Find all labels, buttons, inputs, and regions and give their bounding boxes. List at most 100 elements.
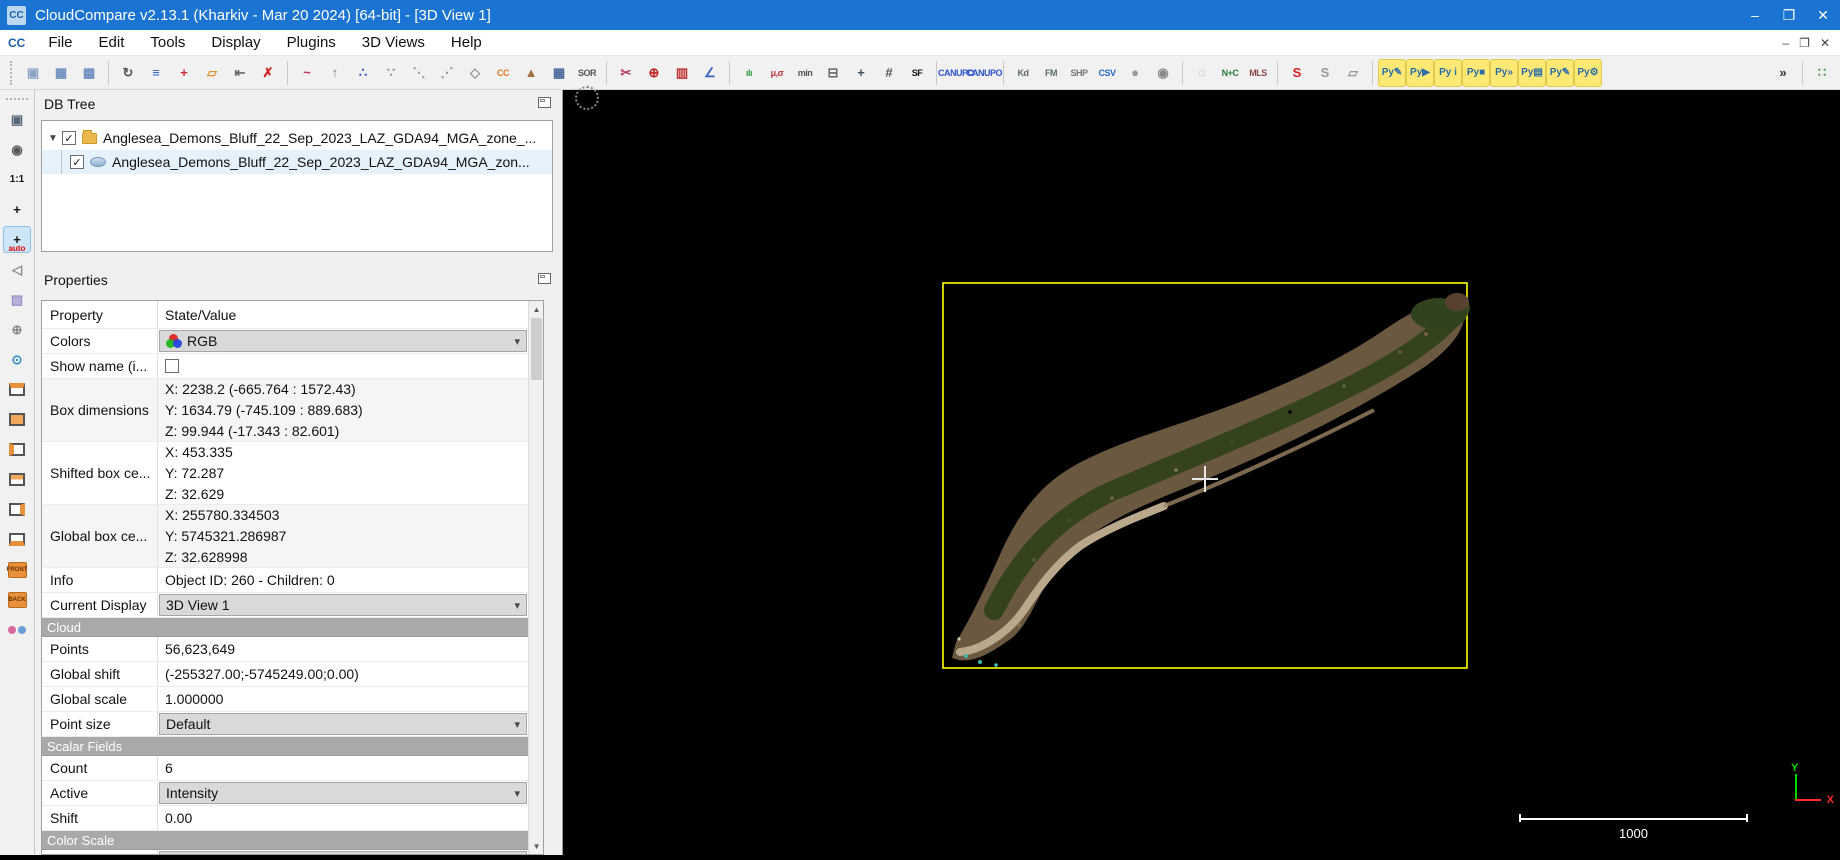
- masc-classifier-icon[interactable]: ∷: [1808, 59, 1836, 87]
- menu-edit[interactable]: Edit: [86, 32, 138, 53]
- menu-display[interactable]: Display: [198, 32, 273, 53]
- tree-item-checkbox[interactable]: ✓: [70, 155, 84, 169]
- set-front-view-icon[interactable]: [3, 406, 31, 433]
- point-size-dropdown[interactable]: Default ▾: [159, 713, 528, 735]
- stereo-mode-icon[interactable]: [3, 616, 31, 643]
- menu-plugins[interactable]: Plugins: [274, 32, 349, 53]
- sf-color-scale-icon[interactable]: SF: [903, 59, 931, 87]
- menu-help[interactable]: Help: [438, 32, 495, 53]
- level-tool-icon[interactable]: ∠: [696, 59, 724, 87]
- save-icon[interactable]: ▦: [47, 59, 75, 87]
- python-repl-icon[interactable]: Py»: [1490, 58, 1518, 87]
- scrollbar-up-arrow[interactable]: ▲: [529, 301, 543, 317]
- normals-compute-icon[interactable]: N+C: [1216, 59, 1244, 87]
- add-sf-icon[interactable]: +: [847, 59, 875, 87]
- open-icon[interactable]: ▣: [19, 59, 47, 87]
- tree-item-checkbox[interactable]: ✓: [62, 131, 76, 145]
- merge-icon[interactable]: ⇤: [226, 59, 254, 87]
- interactive-picking-icon[interactable]: ◇: [461, 59, 489, 87]
- minimize-button[interactable]: –: [1738, 0, 1772, 30]
- cloud-cloud-distance-icon[interactable]: CC: [489, 59, 517, 87]
- colors-dropdown[interactable]: RGB ▾: [159, 330, 528, 352]
- close-button[interactable]: ✕: [1806, 0, 1840, 30]
- subsample-icon[interactable]: ∵: [377, 59, 405, 87]
- zoom-fit-icon[interactable]: ⊙: [3, 346, 31, 373]
- color-scale-current-dropdown[interactable]: G...▾: [159, 851, 528, 854]
- facet-export-icon[interactable]: ▱: [1339, 59, 1367, 87]
- shp-file-icon[interactable]: SHP: [1065, 59, 1093, 87]
- mls-smoothing-icon[interactable]: MLS: [1244, 59, 1272, 87]
- fast-marching-icon[interactable]: FM: [1037, 59, 1065, 87]
- kd-tree-icon[interactable]: Kd: [1009, 59, 1037, 87]
- 3d-viewport[interactable]: 1000 Y X: [564, 86, 1840, 855]
- python-doc-icon[interactable]: Py✎: [1546, 58, 1574, 87]
- globe-icon[interactable]: ◉: [1149, 59, 1177, 87]
- toolbar-overflow-button[interactable]: »: [1769, 59, 1797, 87]
- current-display-dropdown[interactable]: 3D View 1 ▾: [159, 594, 528, 616]
- python-editor-icon[interactable]: Py✎: [1378, 58, 1406, 87]
- clone-icon[interactable]: ▱: [198, 59, 226, 87]
- segment-scissors-icon[interactable]: ✂: [612, 59, 640, 87]
- properties-icon[interactable]: ≡: [142, 59, 170, 87]
- csf-filter-icon[interactable]: ▲: [517, 59, 545, 87]
- zoom-1-1-icon[interactable]: 1:1: [3, 166, 31, 193]
- mdi-control-restore[interactable]: ❐: [1799, 36, 1810, 50]
- save-all-icon[interactable]: ▩: [75, 59, 103, 87]
- python-about-icon[interactable]: Py i: [1434, 58, 1462, 87]
- tree-item[interactable]: ▼ ✓ Anglesea_Demons_Bluff_22_Sep_2023_LAZ_…: [42, 126, 552, 150]
- python-run-icon[interactable]: Py▶: [1406, 58, 1434, 87]
- point-picking-icon[interactable]: ↑: [321, 59, 349, 87]
- tree-item[interactable]: ✓ Anglesea_Demons_Bluff_22_Sep_2023_LAZ_G…: [42, 150, 552, 174]
- db-tree-float-button[interactable]: [538, 97, 551, 108]
- spline-red-icon[interactable]: S: [1283, 59, 1311, 87]
- set-right-view-icon[interactable]: [3, 496, 31, 523]
- csv-file-icon[interactable]: CSV: [1093, 59, 1121, 87]
- canupo-classify-icon[interactable]: CANUPO: [966, 59, 1003, 87]
- pivot-visibility-icon[interactable]: ⊕: [3, 316, 31, 343]
- display-options-icon[interactable]: ▣: [3, 106, 31, 133]
- set-iso-front-view-icon[interactable]: FRONT: [3, 556, 31, 583]
- sphere-icon[interactable]: ●: [1121, 59, 1149, 87]
- point-list-picking-icon[interactable]: ~: [293, 59, 321, 87]
- set-bottom-view-icon[interactable]: [3, 526, 31, 553]
- properties-scrollbar[interactable]: ▲ ▼: [528, 301, 543, 854]
- scrollbar-thumb[interactable]: [531, 318, 543, 380]
- pick-rotation-center-icon[interactable]: +: [3, 196, 31, 223]
- auto-pick-rotation-center-icon[interactable]: + auto: [3, 226, 31, 253]
- spline-gray-icon[interactable]: S: [1311, 59, 1339, 87]
- sf-active-dropdown[interactable]: Intensity ▾: [159, 782, 528, 804]
- pcl-plugin-icon[interactable]: ◌: [1188, 59, 1216, 87]
- maximize-button[interactable]: ❐: [1772, 0, 1806, 30]
- clipping-box-icon[interactable]: ▥: [668, 59, 696, 87]
- properties-float-button[interactable]: [538, 273, 551, 284]
- noise-filter-icon[interactable]: ⋱: [405, 59, 433, 87]
- perspective-cube-icon[interactable]: ▧: [3, 286, 31, 313]
- sor-filter-icon[interactable]: SOR: [573, 59, 601, 87]
- sample-points-icon[interactable]: ∴: [349, 59, 377, 87]
- delete-icon[interactable]: ✗: [254, 59, 282, 87]
- python-packages-icon[interactable]: Py▤: [1518, 58, 1546, 87]
- mdi-control-minimize[interactable]: –: [1782, 36, 1789, 50]
- delete-sf-icon[interactable]: ⊟: [819, 59, 847, 87]
- screenshot-icon[interactable]: ◉: [3, 136, 31, 163]
- set-left-view-icon[interactable]: [3, 436, 31, 463]
- histogram-icon[interactable]: ılı: [735, 59, 763, 87]
- gaussian-filter-icon[interactable]: μ,σ: [763, 59, 791, 87]
- clean-outliers-icon[interactable]: ⋰: [433, 59, 461, 87]
- menu-file[interactable]: File: [35, 32, 85, 53]
- set-iso-back-view-icon[interactable]: BACK: [3, 586, 31, 613]
- sf-arithmetic-icon[interactable]: #: [875, 59, 903, 87]
- mdi-control-close[interactable]: ✕: [1820, 36, 1830, 50]
- scrollbar-down-arrow[interactable]: ▼: [529, 838, 543, 854]
- menu-tools[interactable]: Tools: [137, 32, 198, 53]
- viewer-perspective-icon[interactable]: ◁: [3, 256, 31, 283]
- segmentation-grid-icon[interactable]: ▦: [545, 59, 573, 87]
- set-back-view-icon[interactable]: [3, 466, 31, 493]
- set-top-view-icon[interactable]: [3, 376, 31, 403]
- translate-rotate-icon[interactable]: ⊕: [640, 59, 668, 87]
- tree-expander-icon[interactable]: ▼: [48, 133, 62, 144]
- global-shift-settings-icon[interactable]: ↻: [114, 59, 142, 87]
- python-stop-icon[interactable]: Py■: [1462, 58, 1490, 87]
- apply-transformation-icon[interactable]: +: [170, 59, 198, 87]
- filter-by-value-icon[interactable]: min: [791, 59, 819, 87]
